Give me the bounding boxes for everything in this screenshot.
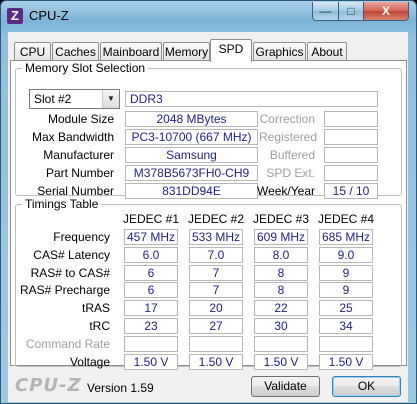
tab-about[interactable]: About [307, 42, 347, 61]
timing-row-label: Frequency [53, 230, 110, 244]
col-header-jedec-2: JEDEC #2 [187, 212, 245, 226]
module-size-value: 2048 MBytes [125, 111, 258, 127]
slot-select[interactable]: Slot #2 ▼ [29, 89, 120, 109]
timing-cell: 8 [254, 282, 308, 298]
cpuz-app-icon[interactable]: Z [7, 8, 23, 24]
buffered-label: Buffered [269, 148, 315, 162]
timing-cell: 25 [319, 300, 373, 316]
timing-cell: 27 [189, 318, 243, 334]
timing-row-label: Voltage [69, 355, 110, 369]
tab-cpu[interactable]: CPU [14, 42, 51, 61]
serial-number-label: Serial Number [37, 184, 114, 198]
timing-cell: 1.50 V [254, 354, 308, 370]
timing-cell: 6 [124, 282, 178, 298]
module-size-label: Module Size [47, 112, 114, 126]
timings-legend: Timings Table [22, 197, 102, 211]
registered-label: Registered [259, 130, 318, 144]
timing-cell: 17 [124, 300, 178, 316]
part-number-label: Part Number [45, 166, 114, 180]
window-title: CPU-Z [29, 8, 69, 23]
version-text: Version 1.59 [87, 381, 154, 395]
timing-cell: 1.50 V [124, 354, 178, 370]
max-bandwidth-label: Max Bandwidth [31, 130, 114, 144]
tab-graphics[interactable]: Graphics [253, 42, 306, 61]
timing-cell [189, 336, 243, 352]
timing-cell [319, 336, 373, 352]
timing-row-label: Command Rate [25, 337, 110, 351]
cpuz-logo: CPU-Z [15, 375, 82, 396]
manufacturer-value: Samsung [125, 147, 258, 163]
serial-number-value: 831DD94E [125, 183, 258, 199]
timing-row-label: RAS# Precharge [19, 283, 110, 297]
timing-cell: 20 [189, 300, 243, 316]
timings-group: Timings Table JEDEC #1 JEDEC #2 JEDEC #3… [15, 197, 402, 370]
spd-ext-label: SPD Ext. [266, 166, 315, 180]
title-bar[interactable]: Z CPU-Z — □ X [1, 1, 416, 31]
close-button[interactable]: X [363, 2, 409, 21]
timing-cell: 1.50 V [319, 354, 373, 370]
timing-cell: 34 [319, 318, 373, 334]
tab-caches[interactable]: Caches [52, 42, 99, 61]
correction-value [324, 111, 378, 127]
minimize-button[interactable]: — [312, 2, 339, 21]
timing-row-label: CAS# Latency [33, 248, 110, 262]
correction-label: Correction [259, 112, 315, 126]
week-year-label: Week/Year [256, 184, 315, 198]
timing-cell: 30 [254, 318, 308, 334]
chevron-down-icon[interactable]: ▼ [102, 90, 119, 108]
timing-cell: 22 [254, 300, 308, 316]
timing-cell [124, 336, 178, 352]
timing-cell: 7 [189, 265, 243, 281]
timing-row-label: tRAS [81, 301, 110, 315]
col-header-jedec-3: JEDEC #3 [252, 212, 310, 226]
timing-cell: 9 [319, 282, 373, 298]
max-bandwidth-value: PC3-10700 (667 MHz) [125, 129, 258, 145]
registered-value [324, 129, 378, 145]
part-number-value: M378B5673FH0-CH9 [125, 165, 258, 181]
buffered-value [324, 147, 378, 163]
col-header-jedec-4: JEDEC #4 [317, 212, 375, 226]
tab-memory[interactable]: Memory [163, 42, 210, 61]
timing-cell: 8.0 [254, 247, 308, 263]
timing-cell: 457 MHz [124, 229, 178, 245]
validate-button[interactable]: Validate [251, 376, 320, 397]
spd-panel: Memory Slot Selection Slot #2 ▼ DDR3 Mod… [10, 60, 407, 370]
week-year-value: 15 / 10 [324, 183, 378, 199]
memory-slot-group: Memory Slot Selection Slot #2 ▼ DDR3 Mod… [15, 61, 402, 199]
col-header-jedec-1: JEDEC #1 [122, 212, 180, 226]
timing-cell: 685 MHz [319, 229, 373, 245]
timing-cell: 9 [319, 265, 373, 281]
timing-cell: 8 [254, 265, 308, 281]
timing-cell: 9.0 [319, 247, 373, 263]
timing-row-label: tRC [89, 319, 110, 333]
ok-button[interactable]: OK [332, 376, 401, 397]
timing-cell [254, 336, 308, 352]
timing-cell: 6 [124, 265, 178, 281]
manufacturer-label: Manufacturer [43, 148, 114, 162]
memory-slot-legend: Memory Slot Selection [22, 61, 149, 75]
timing-row-label: RAS# to CAS# [30, 266, 110, 280]
timing-cell: 7.0 [189, 247, 243, 263]
memory-type-field: DDR3 [125, 91, 378, 107]
timing-cell: 23 [124, 318, 178, 334]
maximize-button[interactable]: □ [338, 2, 364, 21]
tab-mainboard[interactable]: Mainboard [100, 42, 162, 61]
timing-cell: 1.50 V [189, 354, 243, 370]
timing-cell: 609 MHz [254, 229, 308, 245]
cpuz-window: Z CPU-Z — □ X CPU Caches Mainboard Memor… [0, 0, 417, 404]
timing-cell: 7 [189, 282, 243, 298]
timing-cell: 6.0 [124, 247, 178, 263]
timing-cell: 533 MHz [189, 229, 243, 245]
spd-ext-value [324, 165, 378, 181]
tab-spd[interactable]: SPD [210, 39, 252, 62]
slot-select-value: Slot #2 [34, 92, 72, 106]
